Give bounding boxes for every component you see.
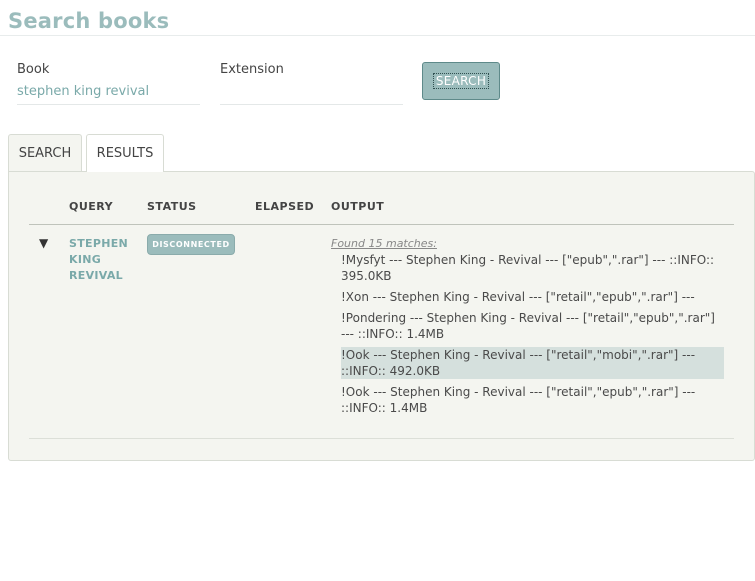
search-books-page: Search books Book stephen king revival E… — [0, 0, 755, 581]
book-input[interactable]: stephen king revival — [17, 83, 200, 105]
extension-label: Extension — [220, 62, 284, 77]
extension-input[interactable] — [220, 83, 403, 105]
output-item[interactable]: !Xon --- Stephen King - Revival --- ["re… — [341, 289, 724, 305]
query-cell[interactable]: STEPHEN KING REVIVAL — [69, 236, 139, 284]
table-bottom-divider — [29, 438, 734, 439]
tab-search[interactable]: SEARCH — [8, 134, 82, 171]
column-header-output: OUTPUT — [331, 200, 385, 213]
title-divider — [0, 35, 755, 36]
output-item[interactable]: !Pondering --- Stephen King - Revival --… — [341, 310, 724, 342]
status-badge: DISCONNECTED — [147, 234, 235, 255]
output-list: !Mysfyt --- Stephen King - Revival --- [… — [341, 252, 724, 421]
book-field: Book stephen king revival — [17, 62, 200, 105]
header-divider — [29, 224, 734, 225]
found-matches-text: Found 15 matches: — [331, 237, 437, 250]
tab-results[interactable]: RESULTS — [86, 134, 164, 172]
column-header-elapsed: ELAPSED — [255, 200, 315, 213]
output-item[interactable]: !Ook --- Stephen King - Revival --- ["re… — [341, 384, 724, 416]
output-item-highlighted[interactable]: !Ook --- Stephen King - Revival --- ["re… — [341, 347, 724, 379]
output-item[interactable]: !Mysfyt --- Stephen King - Revival --- [… — [341, 252, 724, 284]
search-button[interactable]: SEARCH — [422, 62, 500, 100]
expand-toggle-icon[interactable]: ▼ — [39, 236, 48, 250]
column-header-query: QUERY — [69, 200, 114, 213]
extension-field: Extension — [220, 62, 403, 105]
book-label: Book — [17, 62, 50, 77]
search-button-label: SEARCH — [432, 73, 490, 89]
column-header-status: STATUS — [147, 200, 197, 213]
page-title: Search books — [8, 9, 170, 33]
